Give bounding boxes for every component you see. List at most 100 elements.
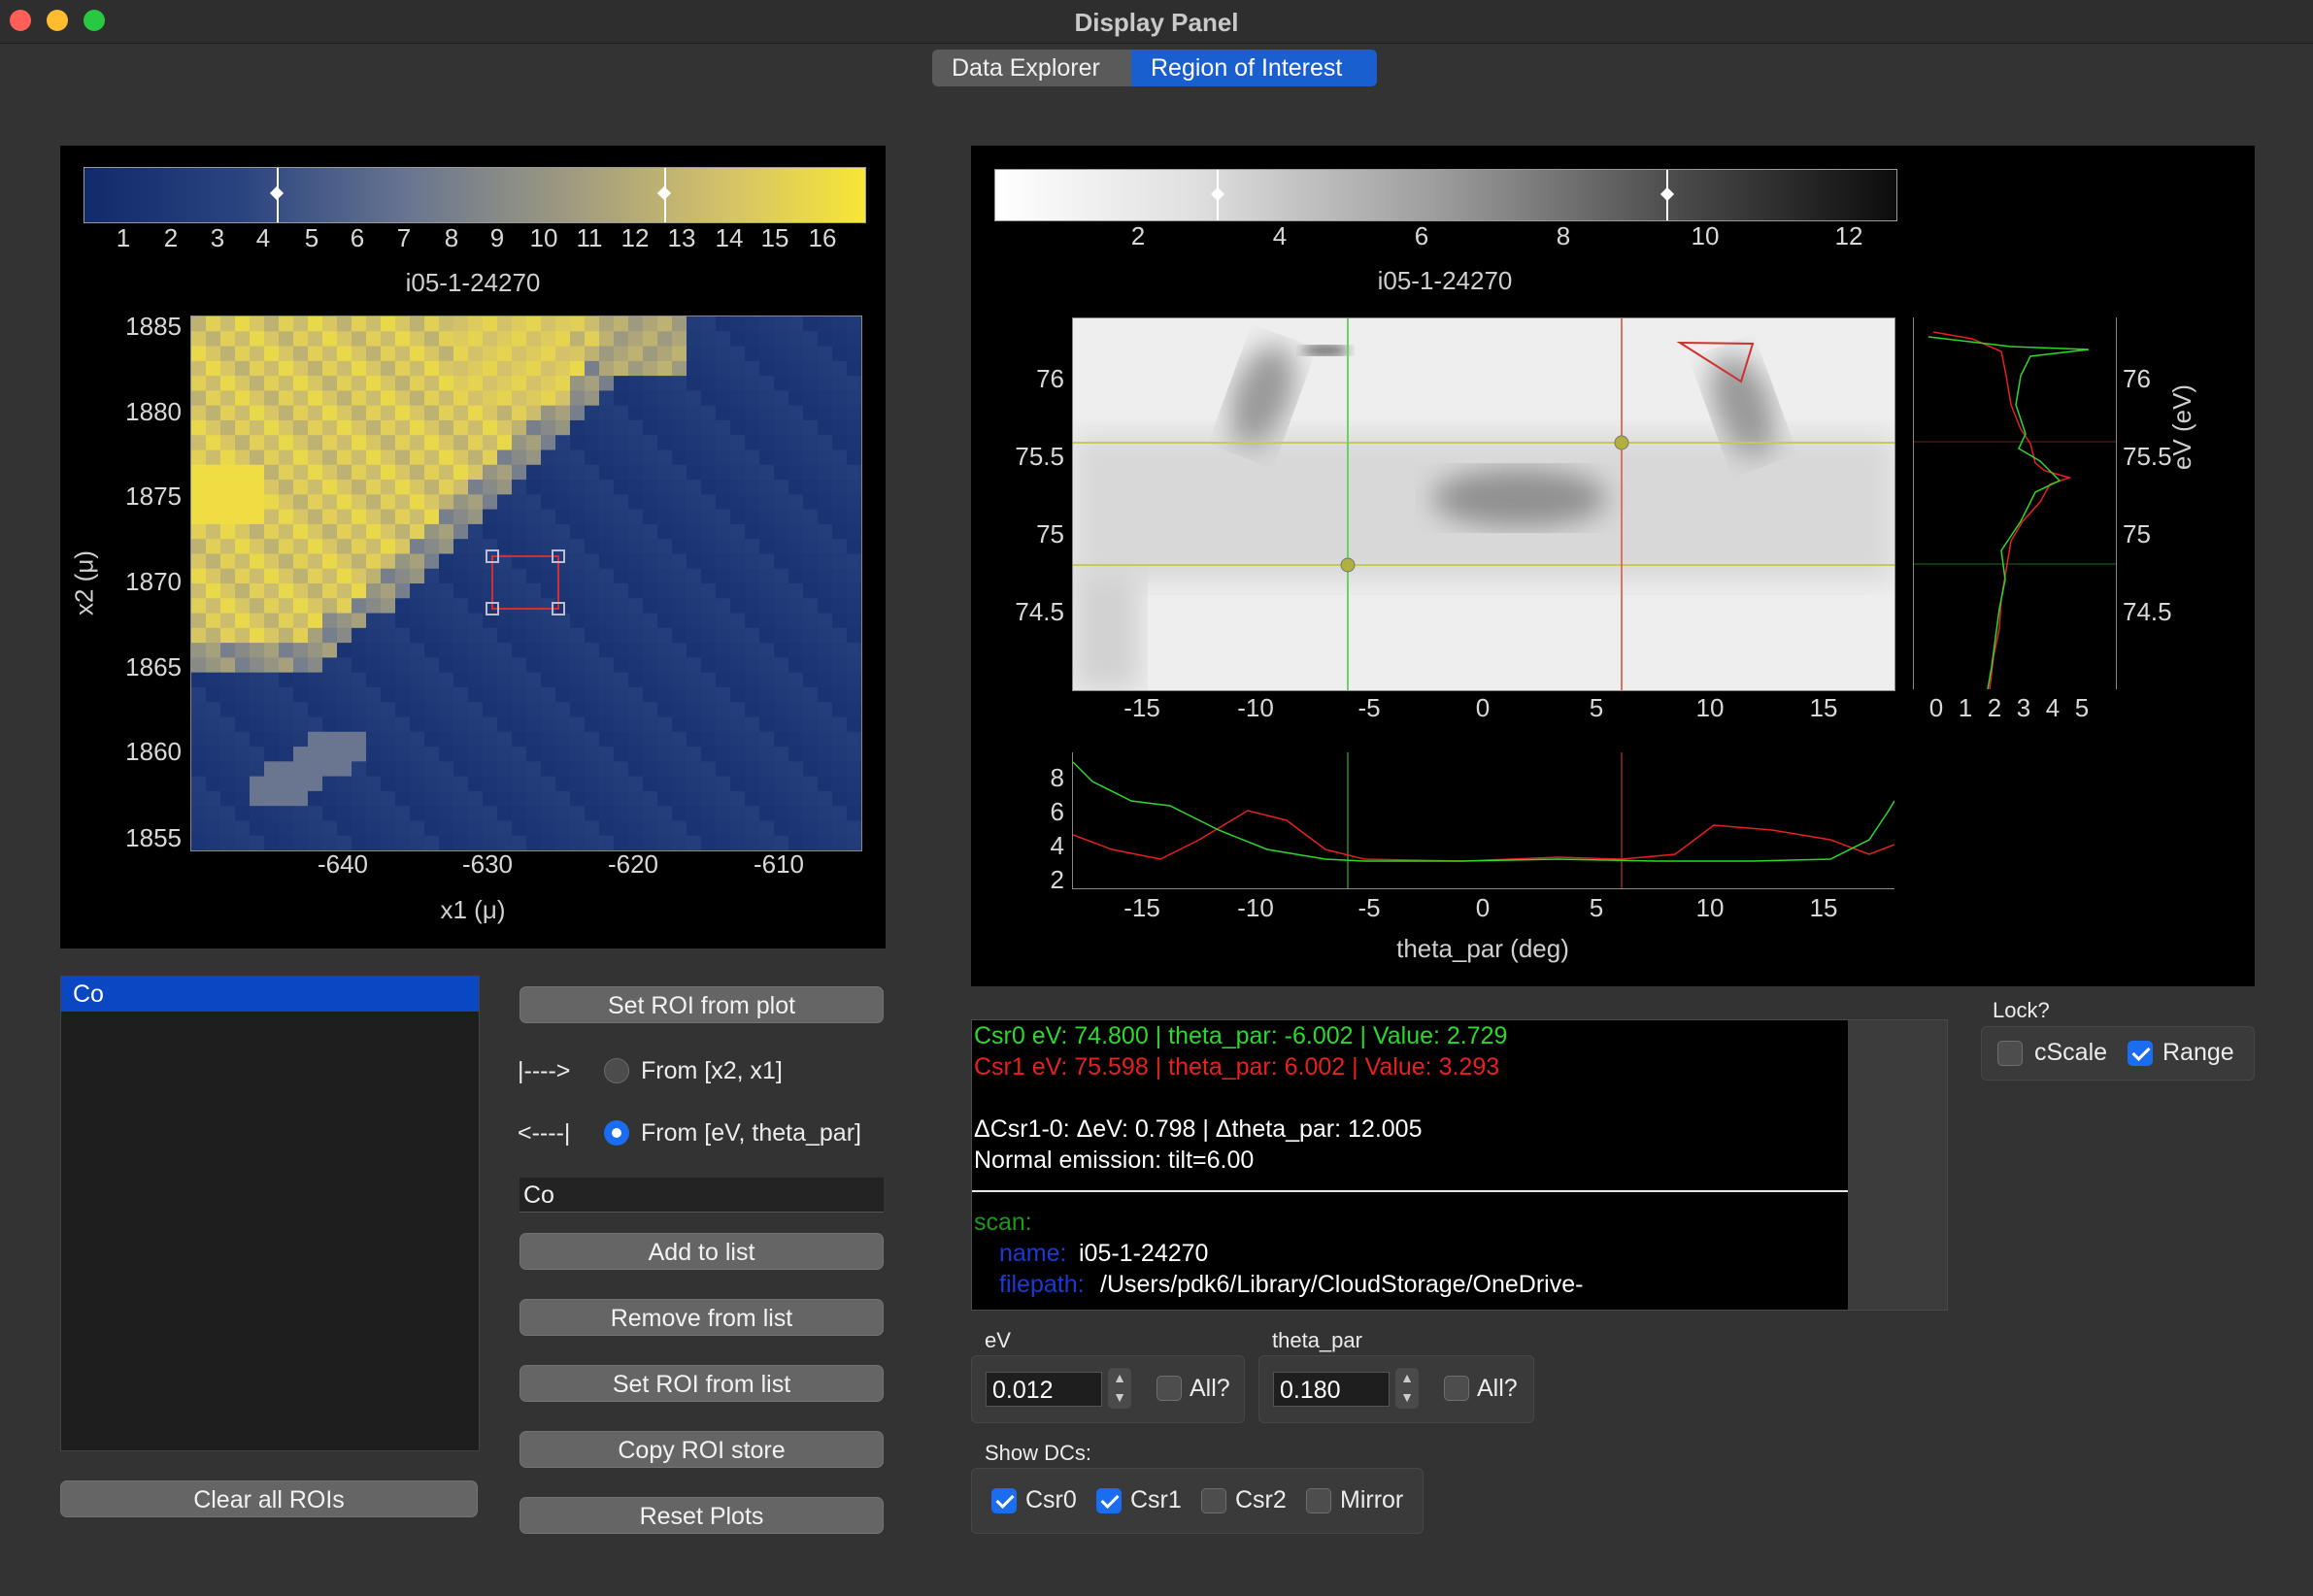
mdc-y-tick-label: 2 — [1050, 865, 1064, 894]
show-dcs-label: Show DCs: — [985, 1441, 1092, 1465]
edc-ylabel: eV (eV) — [2167, 383, 2196, 471]
spatial-map-image[interactable] — [190, 316, 862, 851]
y-tick-label: 1880 — [125, 397, 182, 426]
roi-list[interactable]: Co — [60, 976, 480, 1451]
tab-region-of-interest[interactable]: Region of Interest — [1131, 50, 1377, 86]
set-roi-from-list-button[interactable]: Set ROI from list — [520, 1365, 884, 1402]
left-map-title: i05-1-24270 — [405, 268, 541, 297]
reset-plots-button[interactable]: Reset Plots — [520, 1497, 884, 1534]
right-plot-title: i05-1-24270 — [1377, 266, 1513, 295]
mdc-bottom-plot[interactable] — [1072, 752, 1895, 889]
filepath-value: /Users/pdk6/Library/CloudStorage/OneDriv… — [1100, 1271, 1584, 1298]
show-dcs-group: Csr0 Csr1 Csr2 Mirror — [971, 1468, 1424, 1534]
filepath-key: filepath: — [999, 1271, 1085, 1298]
x-tick-label: -630 — [461, 849, 514, 879]
edc-x-tick-label: 5 — [2074, 693, 2090, 722]
name-key: name: — [999, 1240, 1067, 1267]
from-ev-theta-radio[interactable] — [604, 1120, 629, 1146]
arpes-image[interactable] — [1072, 317, 1895, 691]
mdc-y-tick-label: 4 — [1050, 831, 1064, 860]
ev-stepper[interactable]: ▲ ▼ — [1108, 1368, 1131, 1409]
clear-all-rois-button[interactable]: Clear all ROIs — [60, 1480, 478, 1517]
info-divider — [972, 1190, 1848, 1192]
colorbar-high-marker — [656, 185, 672, 201]
csr0-checkbox[interactable] — [991, 1488, 1017, 1513]
csr2-checkbox[interactable] — [1201, 1488, 1226, 1513]
mirror-checkbox[interactable] — [1306, 1488, 1331, 1513]
cursor-info-text[interactable]: Csr0 eV: 74.800 | theta_par: -6.002 | Va… — [972, 1020, 1848, 1310]
ev-width-input[interactable]: 0.012 — [986, 1372, 1102, 1407]
theta-stepper[interactable]: ▲ ▼ — [1395, 1368, 1419, 1409]
colorbar-low-marker — [269, 185, 285, 201]
y-tick-label: 1855 — [125, 823, 182, 852]
x-tick-label: 5 — [1589, 693, 1604, 722]
left-xlabel: x1 (μ) — [440, 895, 506, 924]
x-tick-label: -640 — [317, 849, 369, 879]
colorbar-low-marker — [1210, 186, 1225, 202]
left-ylabel: x2 (μ) — [69, 550, 99, 615]
colorbar-tick-label: 16 — [808, 223, 837, 252]
x-tick-label: -5 — [1358, 693, 1381, 722]
ev-all-checkbox[interactable] — [1156, 1376, 1182, 1401]
colorbar-tick-label: 10 — [1691, 221, 1720, 250]
copy-roi-store-button[interactable]: Copy ROI store — [520, 1431, 884, 1468]
set-roi-from-plot-button[interactable]: Set ROI from plot — [520, 986, 884, 1023]
csr1-info: Csr1 eV: 75.598 | theta_par: 6.002 | Val… — [974, 1053, 1500, 1081]
left-colorbar[interactable] — [84, 167, 866, 223]
x-tick-label: 10 — [1695, 693, 1725, 722]
mdc-x-tick-label: 10 — [1695, 893, 1725, 922]
y-tick-label: 75 — [1036, 519, 1064, 549]
csr0-dc-label: Csr0 — [1025, 1486, 1077, 1513]
csr1-dc-label: Csr1 — [1130, 1486, 1182, 1513]
x-tick-label: 0 — [1475, 693, 1491, 722]
normal-emission-info: Normal emission: tilt=6.00 — [974, 1147, 1255, 1174]
roi-rectangle[interactable] — [191, 316, 861, 850]
colorbar-tick-label: 8 — [1556, 221, 1571, 250]
mdc-xlabel: theta_par (deg) — [1396, 934, 1569, 963]
mdc-x-tick-label: 15 — [1809, 893, 1838, 922]
ev-group: 0.012 ▲ ▼ All? — [971, 1355, 1245, 1423]
range-checkbox[interactable] — [2128, 1041, 2153, 1066]
mdc-x-tick-label: -5 — [1358, 893, 1381, 922]
mdc-x-tick-label: 0 — [1475, 893, 1491, 922]
x-tick-label: 15 — [1809, 693, 1838, 722]
x-tick-label: -610 — [753, 849, 805, 879]
from-x2x1-radio[interactable] — [604, 1058, 629, 1083]
cscale-checkbox[interactable] — [1997, 1041, 2023, 1066]
arrow-right-label: |----> — [518, 1057, 571, 1084]
colorbar-high-marker — [1659, 186, 1675, 202]
edc-y-tick-label: 74.5 — [2123, 597, 2172, 626]
x-tick-label: -620 — [607, 849, 659, 879]
y-tick-label: 76 — [1036, 364, 1064, 393]
theta-all-checkbox[interactable] — [1444, 1376, 1469, 1401]
cscale-label: cScale — [2034, 1039, 2108, 1066]
mirror-dc-label: Mirror — [1340, 1486, 1404, 1513]
title-bar: Display Panel — [0, 0, 2313, 44]
cursor-info-panel: Csr0 eV: 74.800 | theta_par: -6.002 | Va… — [971, 1019, 1948, 1311]
remove-from-list-button[interactable]: Remove from list — [520, 1299, 884, 1336]
mdc-y-tick-label: 6 — [1050, 797, 1064, 826]
csr1-checkbox[interactable] — [1096, 1488, 1122, 1513]
theta-label: theta_par — [1272, 1328, 1362, 1352]
mdc-x-tick-label: -15 — [1123, 893, 1160, 922]
theta-width-input[interactable]: 0.180 — [1273, 1372, 1390, 1407]
theta-all-label: All? — [1477, 1375, 1518, 1402]
x-tick-label: -15 — [1123, 693, 1160, 722]
name-value: i05-1-24270 — [1079, 1240, 1209, 1267]
edc-y-tick-label: 76 — [2123, 364, 2151, 393]
right-colorbar[interactable] — [994, 169, 1897, 221]
list-item[interactable]: Co — [61, 977, 479, 1012]
mdc-y-tick-label: 8 — [1050, 763, 1064, 792]
from-ev-theta-label: From [eV, theta_par] — [641, 1119, 861, 1147]
csr2-dc-label: Csr2 — [1235, 1486, 1287, 1513]
x-tick-label: -10 — [1237, 693, 1274, 722]
y-tick-label: 1870 — [125, 567, 182, 596]
tab-data-explorer[interactable]: Data Explorer — [932, 50, 1131, 86]
add-to-list-button[interactable]: Add to list — [520, 1233, 884, 1270]
colorbar-tick-label: 12 — [1834, 221, 1863, 250]
ev-label: eV — [985, 1328, 1011, 1352]
delta-info: ΔCsr1-0: ΔeV: 0.798 | Δtheta_par: 12.005 — [974, 1115, 1423, 1143]
roi-name-input[interactable]: Co — [520, 1178, 884, 1213]
y-tick-label: 75.5 — [1015, 442, 1064, 471]
edc-side-plot[interactable] — [1913, 317, 2117, 690]
